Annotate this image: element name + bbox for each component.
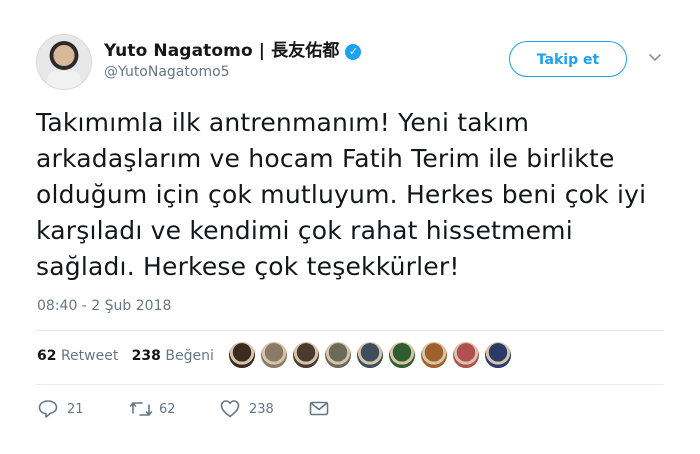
author-name-text: Yuto Nagatomo | 長友佑都: [104, 41, 340, 61]
liker-avatars: [228, 341, 516, 371]
liker-avatar[interactable]: [228, 341, 256, 369]
liker-avatar[interactable]: [452, 341, 480, 369]
likes-stat[interactable]: 238 Beğeni: [132, 348, 214, 364]
verified-badge-icon: ✓: [345, 44, 362, 60]
reply-count: 21: [67, 402, 84, 417]
retweet-icon: [129, 402, 153, 416]
tweet-card: Yuto Nagatomo | 長友佑都 ✓ @YutoNagatomo5 Tak…: [0, 0, 700, 454]
liker-avatar[interactable]: [484, 341, 512, 369]
follow-button[interactable]: Takip et: [509, 41, 627, 77]
avatar[interactable]: [36, 34, 92, 90]
chevron-down-icon[interactable]: [648, 50, 662, 64]
author-handle[interactable]: @YutoNagatomo5: [104, 64, 230, 80]
tweet-timestamp[interactable]: 08:40 - 2 Şub 2018: [37, 298, 171, 314]
divider: [36, 330, 664, 331]
tweet-text: Takımımla ilk antrenmanım! Yeni takım ar…: [36, 108, 647, 281]
liker-avatar[interactable]: [260, 341, 288, 369]
retweets-label: Retweet: [60, 348, 119, 364]
likes-label: Beğeni: [165, 348, 214, 364]
liker-avatar[interactable]: [324, 341, 352, 369]
engagement-stats: 62 Retweet 238 Beğeni: [37, 348, 214, 364]
liker-avatar[interactable]: [388, 341, 416, 369]
like-count: 238: [249, 402, 274, 417]
liker-avatar[interactable]: [420, 341, 448, 369]
likes-count: 238: [131, 348, 161, 364]
envelope-icon: [309, 401, 329, 416]
retweet-count: 62: [159, 402, 176, 417]
heart-icon: [220, 400, 240, 418]
liker-avatar[interactable]: [356, 341, 384, 369]
liker-avatar[interactable]: [292, 341, 320, 369]
retweets-stat[interactable]: 62 Retweet: [37, 348, 118, 364]
retweets-count: 62: [37, 348, 57, 364]
divider: [36, 384, 664, 385]
author-name[interactable]: Yuto Nagatomo | 長友佑都 ✓: [104, 36, 362, 61]
reply-icon: [38, 400, 58, 418]
